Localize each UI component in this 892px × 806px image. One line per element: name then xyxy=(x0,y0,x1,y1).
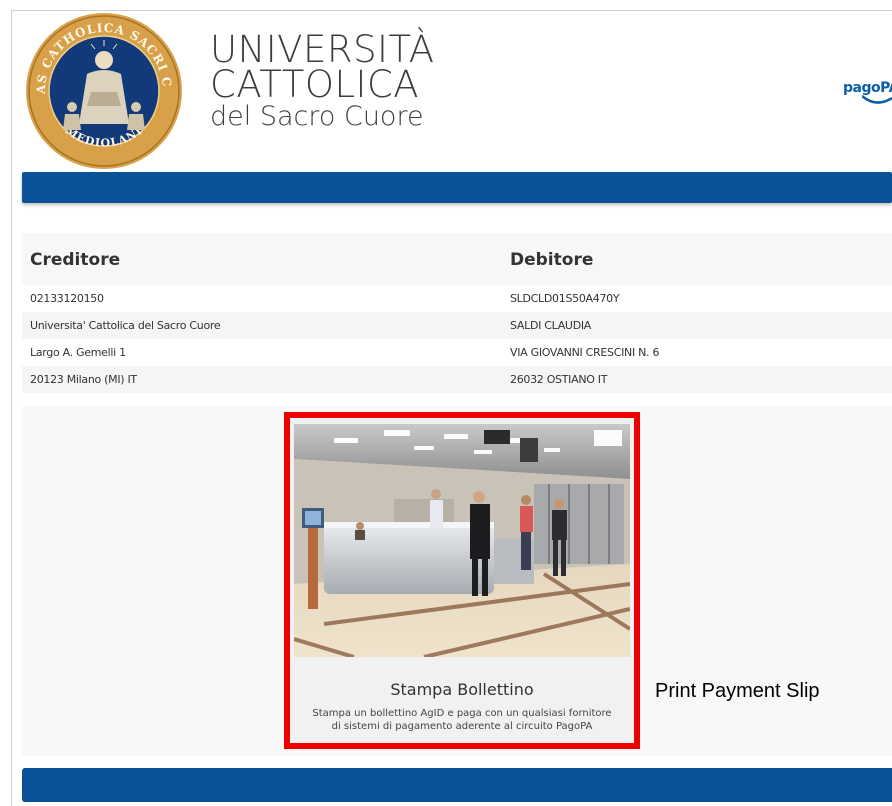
print-slip-description-line2: di sistemi di pagamento aderente al circ… xyxy=(331,721,593,732)
print-payment-slip-annotation: Print Payment Slip xyxy=(655,680,820,702)
university-name-line1: UNIVERSITÀ xyxy=(210,28,435,71)
creditor-city: 20123 Milano (MI) IT xyxy=(30,373,137,386)
debtor-address: VIA GIOVANNI CRESCINI N. 6 xyxy=(510,346,660,359)
creditor-tax-code: 02133120150 xyxy=(30,292,104,305)
university-name-line2: CATTOLICA xyxy=(210,63,420,107)
print-slip-title[interactable]: Stampa Bollettino xyxy=(290,680,634,699)
creditor-heading: Creditore xyxy=(30,250,121,270)
pagopa-swoosh-icon xyxy=(862,95,892,104)
table-row: Largo A. Gemelli 1 VIA GIOVANNI CRESCINI… xyxy=(22,339,892,366)
footer-bar xyxy=(22,768,892,802)
parties-table-header: Creditore Debitore xyxy=(22,233,892,285)
table-row: Universita' Cattolica del Sacro Cuore SA… xyxy=(22,312,892,339)
print-slip-description: Stampa un bollettino AgID e paga con un … xyxy=(300,707,624,733)
debtor-tax-code: SLDCLD01S50A470Y xyxy=(510,292,620,305)
payment-parties-table: Creditore Debitore 02133120150 SLDCLD01S… xyxy=(22,233,892,393)
university-name: UNIVERSITÀ CATTOLICA del Sacro Cuore xyxy=(210,28,435,133)
debtor-name: SALDI CLAUDIA xyxy=(510,319,592,332)
print-payment-slip-card[interactable]: Stampa Bollettino Stampa un bollettino A… xyxy=(284,412,640,749)
debtor-heading: Debitore xyxy=(510,250,594,270)
creditor-address: Largo A. Gemelli 1 xyxy=(30,346,126,359)
table-row: 20123 Milano (MI) IT 26032 OSTIANO IT xyxy=(22,366,892,393)
university-seal-logo: UNIVERSITAS CATHOLICA SACRI CORDIS IESU … xyxy=(25,12,182,169)
table-row: 02133120150 SLDCLD01S50A470Y xyxy=(22,285,892,312)
print-slip-description-line1: Stampa un bollettino AgID e paga con un … xyxy=(312,708,612,719)
bank-counter-photo xyxy=(294,424,630,657)
university-name-line3: del Sacro Cuore xyxy=(210,101,424,133)
header-bar xyxy=(22,172,892,203)
debtor-city: 26032 OSTIANO IT xyxy=(510,373,608,386)
creditor-name: Universita' Cattolica del Sacro Cuore xyxy=(30,319,221,332)
